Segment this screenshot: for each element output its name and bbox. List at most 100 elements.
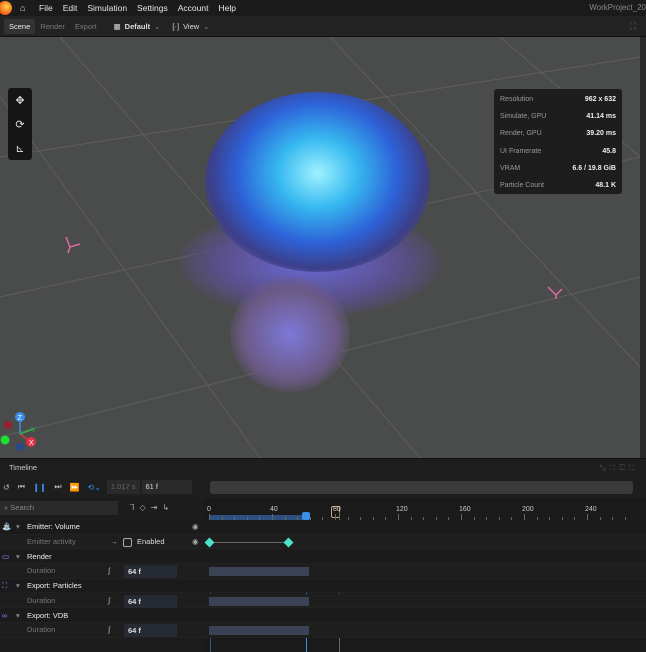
enabled-checkbox[interactable]: [123, 537, 132, 547]
layout-icon: ▦: [113, 21, 121, 31]
menu-account[interactable]: Account: [178, 3, 209, 13]
track-row[interactable]: ▭ ▾ Render: [0, 549, 646, 565]
ruler-mark: [410, 517, 412, 520]
step-back-icon[interactable]: ⏮: [18, 482, 25, 492]
preset-label: Default: [124, 21, 151, 31]
emitter-icon: ⛲: [2, 522, 12, 532]
duration-bar[interactable]: [209, 625, 309, 635]
ruler-mark: [398, 514, 399, 520]
duration-field[interactable]: 64 f: [124, 623, 177, 637]
loop-icon[interactable]: ⟲⌄: [87, 483, 100, 492]
ruler-mark: [574, 517, 576, 520]
ruler-mark: [561, 517, 563, 520]
ruler-tick-label: 40: [270, 506, 278, 513]
ruler-mark: [423, 517, 425, 520]
ruler-mark: [448, 517, 450, 520]
duration-field[interactable]: 64 f: [124, 594, 177, 608]
playhead-handle[interactable]: [302, 512, 310, 520]
track-label: Export: VDB: [27, 610, 69, 620]
eye-icon[interactable]: ◉: [192, 537, 199, 546]
axis-y-label: Y: [31, 427, 36, 434]
step-forward-icon[interactable]: ⏭: [54, 482, 61, 492]
menu-file[interactable]: File: [39, 3, 53, 13]
menu-edit[interactable]: Edit: [63, 3, 78, 13]
expand-arrow-icon[interactable]: ▾: [16, 611, 20, 620]
duration-bar[interactable]: [209, 567, 309, 577]
curve-icon[interactable]: ∫: [108, 596, 110, 605]
scene-viewport[interactable]: ✥ ⟳ ⊾ Resolution 962 x 632 Simulate, GPU 4…: [0, 37, 640, 458]
expand-arrow-icon[interactable]: ▾: [16, 522, 20, 531]
track-row[interactable]: ⛶ ▾ Export: Particles: [0, 578, 646, 594]
ruler-mark: [284, 517, 286, 520]
transform-tools: ✥ ⟳ ⊾: [8, 88, 32, 160]
duration-bar[interactable]: [209, 596, 309, 606]
ruler-mark: [309, 517, 311, 520]
stat-row: Particle Count 48.1 K: [500, 177, 616, 194]
track-row[interactable]: ⛲ ▾ Emitter: Volume ◉: [0, 520, 646, 535]
track-label: Duration: [27, 625, 56, 635]
ruler-mark: [612, 517, 614, 520]
ruler-mark: [272, 514, 273, 520]
track-row[interactable]: Duration ∫ 64 f: [0, 593, 646, 609]
fullscreen-icon[interactable]: ⛶: [630, 21, 636, 32]
expand-arrow-icon[interactable]: ▾: [16, 581, 20, 590]
rotate-icon[interactable]: ⟳: [15, 118, 24, 131]
stat-value: 48.1 K: [595, 182, 616, 190]
expand-arrow-icon[interactable]: ▾: [16, 552, 20, 561]
track-row[interactable]: Duration ∫ 64 f: [0, 622, 646, 638]
ruler-tick-label: 120: [396, 506, 408, 513]
stat-label: Resolution: [500, 96, 534, 104]
view-label: View: [183, 21, 200, 31]
track-tools-icons[interactable]: ⅂◇⇥↳: [130, 503, 174, 512]
ruler-mark: [486, 517, 488, 520]
ruler-mark: [259, 517, 261, 520]
search-input[interactable]: ⌕ Search: [0, 501, 118, 515]
ruler-mark: [360, 517, 362, 520]
tab-render[interactable]: Render: [35, 19, 70, 34]
tab-export[interactable]: Export: [70, 19, 102, 34]
menu-settings[interactable]: Settings: [137, 3, 168, 13]
ruler-tick-label: 160: [459, 506, 471, 513]
view-dropdown[interactable]: [·] View ⌄: [172, 22, 209, 31]
timeline-scrollbar[interactable]: [210, 481, 633, 494]
eye-icon[interactable]: ◉: [192, 522, 199, 531]
track-row[interactable]: Duration ∫ 64 f: [0, 564, 646, 579]
track-row[interactable]: ∞ ▾ Export: VDB: [0, 608, 646, 623]
ruler-mark: [511, 517, 513, 520]
scale-icon[interactable]: ⊾: [15, 142, 24, 155]
ruler-mark: [461, 514, 462, 520]
stat-label: UI Framerate: [500, 147, 542, 155]
menu-help[interactable]: Help: [218, 3, 235, 13]
checkbox-label: Enabled: [137, 537, 165, 547]
chevron-down-icon: ⌄: [154, 21, 161, 31]
menu-simulation[interactable]: Simulation: [87, 3, 127, 13]
fast-forward-icon[interactable]: ⏩: [70, 483, 80, 492]
view-icon: [·]: [172, 21, 180, 31]
ruler-tick-label: 0: [207, 506, 211, 513]
reset-icon[interactable]: ↺: [3, 483, 10, 492]
pause-icon[interactable]: ❙❙: [33, 483, 46, 492]
ruler-tick-label: 200: [522, 506, 534, 513]
home-icon[interactable]: ⌂: [20, 3, 29, 13]
arrow-right-icon: →: [110, 537, 118, 547]
stat-row: UI Framerate 45.8: [500, 143, 616, 160]
track-row[interactable]: Emitter activity ◉ → Enabled: [0, 534, 646, 550]
curve-icon[interactable]: ∫: [108, 625, 110, 634]
duration-field[interactable]: 64 f: [124, 565, 177, 579]
curve-icon[interactable]: ∫: [108, 566, 110, 575]
frame-field[interactable]: 61 f: [141, 480, 192, 494]
tab-scene[interactable]: Scene: [4, 18, 36, 34]
track-label: Emitter: Volume: [27, 522, 80, 532]
search-placeholder: Search: [10, 503, 35, 512]
panel-window-icons[interactable]: ⤡⛶◫⛶: [600, 463, 638, 473]
stat-label: Simulate, GPU: [500, 113, 547, 121]
time-field[interactable]: 1.017 s: [106, 480, 140, 494]
ruler-mark: [599, 517, 601, 520]
preset-dropdown[interactable]: ▦ Default ⌄: [114, 22, 161, 31]
keyframe[interactable]: [204, 537, 215, 548]
axis-gizmo[interactable]: Z X Y: [0, 407, 45, 452]
ruler-mark: [297, 517, 299, 520]
keyframe[interactable]: [283, 537, 294, 548]
ruler-mark: [246, 517, 248, 520]
move-icon[interactable]: ✥: [15, 94, 24, 107]
